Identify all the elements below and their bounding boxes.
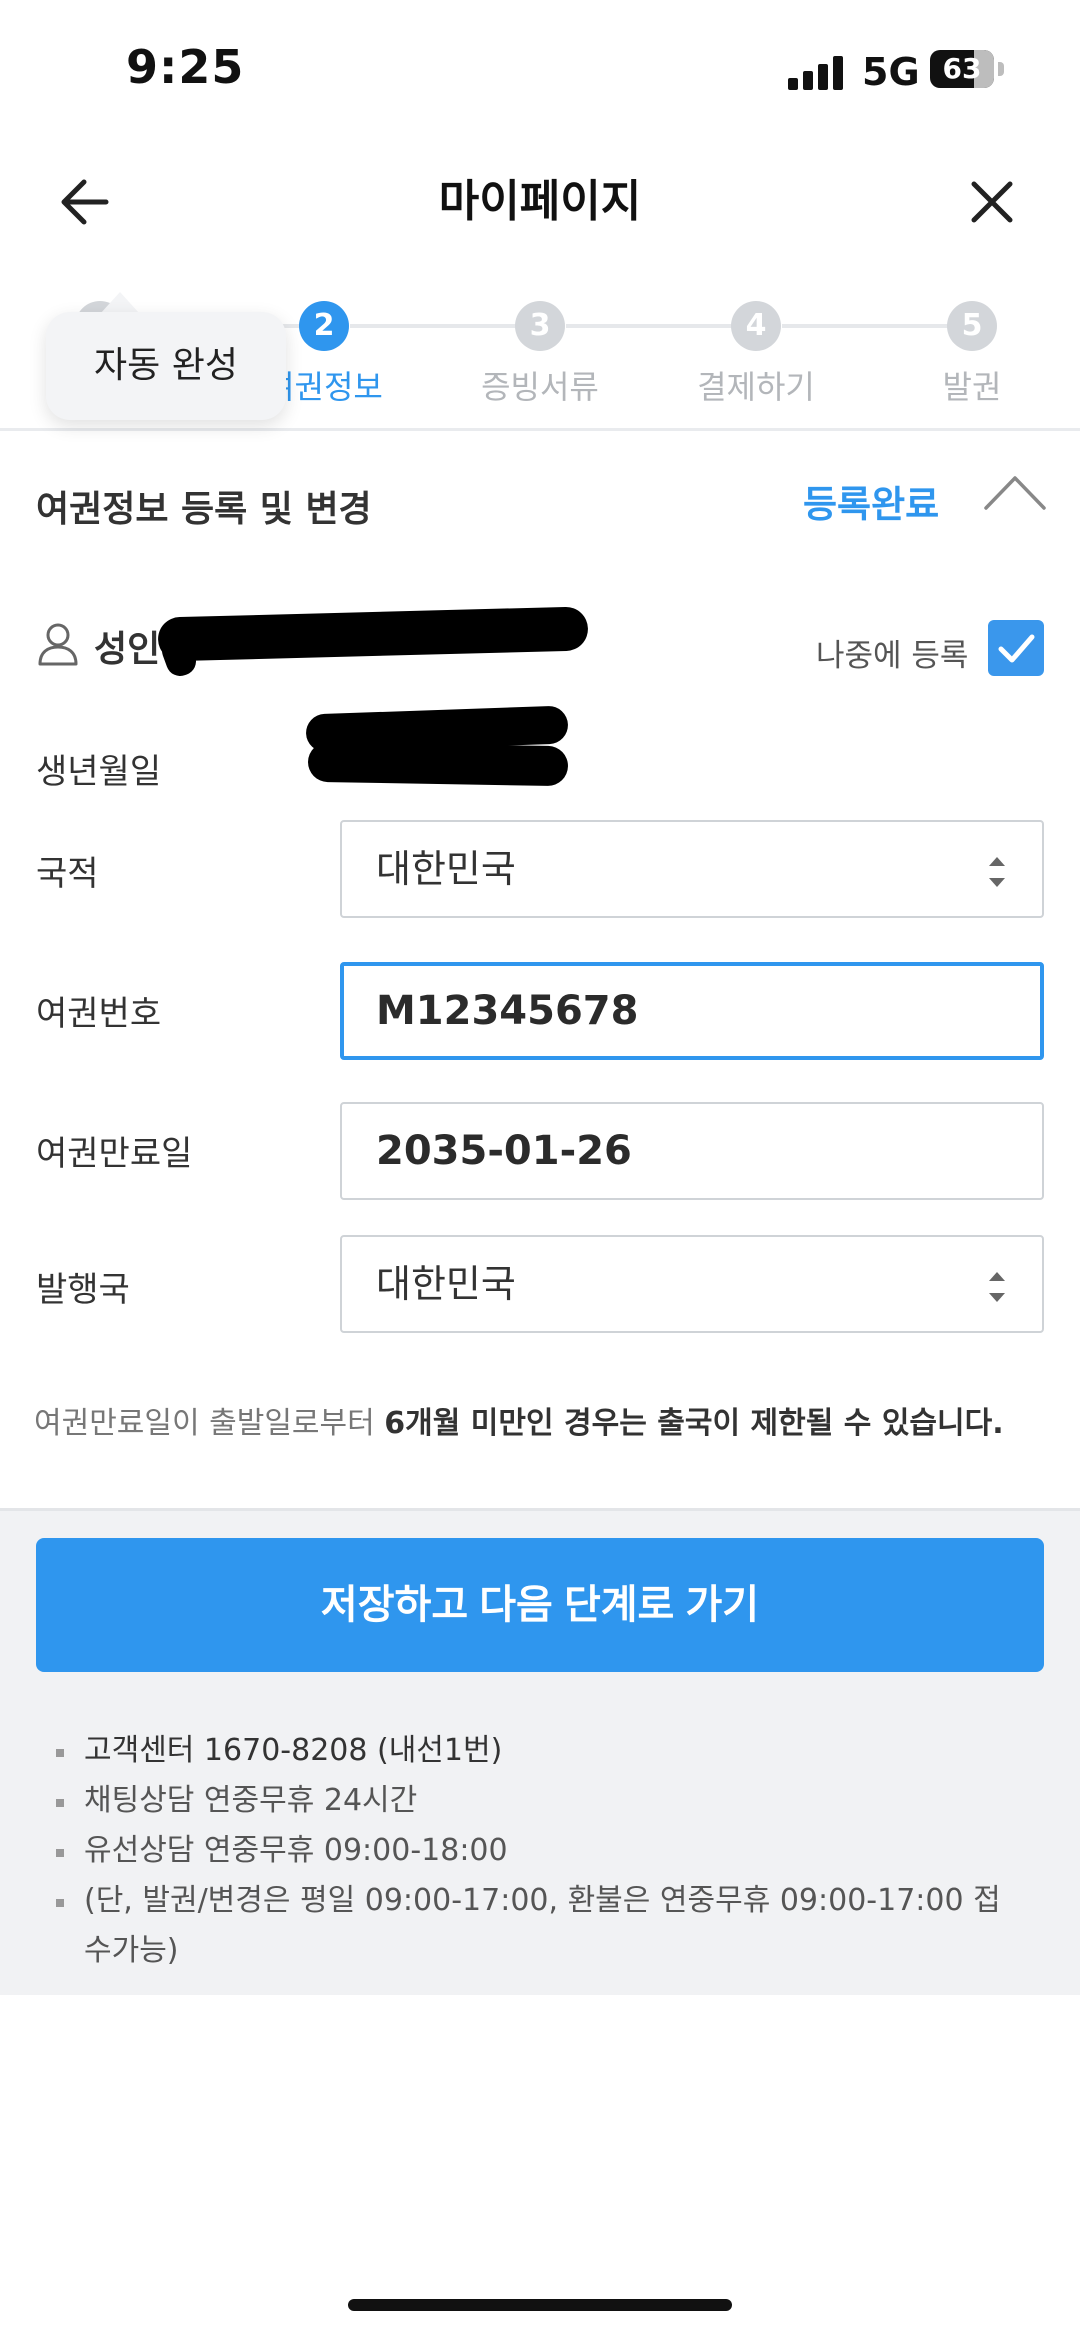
- step-2[interactable]: 2: [299, 301, 349, 351]
- checkmark-icon: [998, 634, 1035, 663]
- step-connector: [350, 324, 540, 328]
- battery-level: 63: [942, 52, 982, 85]
- step-connector: [566, 324, 756, 328]
- passport-number-value: M12345678: [376, 988, 639, 1034]
- nationality-select[interactable]: 대한민국: [340, 820, 1044, 918]
- register-later-checkbox[interactable]: [988, 620, 1044, 676]
- passport-expiry-input[interactable]: 2035-01-26: [340, 1102, 1044, 1200]
- home-indicator[interactable]: [348, 2299, 732, 2311]
- battery-icon: 63: [930, 50, 994, 88]
- save-next-button[interactable]: 저장하고 다음 단계로 가기: [36, 1538, 1044, 1672]
- registration-status: 등록완료: [803, 483, 940, 526]
- step-5[interactable]: 5: [947, 301, 997, 351]
- passport-expiry-label: 여권만료일: [36, 1134, 193, 1174]
- list-item: 고객센터 1670-8208 (내선1번): [56, 1726, 1016, 1776]
- step-label-documents[interactable]: 증빙서류: [450, 362, 630, 408]
- notice-normal: 여권만료일이 출발일로부터: [34, 1406, 385, 1441]
- nationality-value: 대한민국: [376, 847, 516, 891]
- issuing-country-value: 대한민국: [376, 1262, 516, 1306]
- step-3[interactable]: 3: [515, 301, 565, 351]
- person-icon: [36, 620, 80, 668]
- network-type: 5G: [862, 50, 920, 94]
- close-button[interactable]: [960, 170, 1024, 234]
- status-time: 9:25: [126, 40, 245, 94]
- step-label-payment[interactable]: 결제하기: [666, 362, 846, 408]
- customer-info-list: 고객센터 1670-8208 (내선1번) 채팅상담 연중무휴 24시간 유선상…: [56, 1726, 1016, 1976]
- list-item: (단, 발권/변경은 평일 09:00-17:00, 환불은 연중무휴 09:0…: [56, 1876, 1016, 1976]
- signal-icon: [788, 56, 844, 90]
- issuing-country-select[interactable]: 대한민국: [340, 1235, 1044, 1333]
- step-label-ticketing[interactable]: 발권: [882, 362, 1062, 408]
- step-connector: [782, 324, 972, 328]
- list-item: 채팅상담 연중무휴 24시간: [56, 1776, 1016, 1826]
- tooltip-text: 자동 완성: [94, 345, 238, 386]
- autocomplete-tooltip[interactable]: 자동 완성: [46, 312, 286, 420]
- passport-number-label: 여권번호: [36, 994, 162, 1034]
- chevron-up-icon: [984, 476, 1046, 510]
- section-title: 여권정보 등록 및 변경: [36, 489, 372, 530]
- list-item: 유선상담 연중무휴 09:00-18:00: [56, 1826, 1016, 1876]
- notice-bold: 6개월 미만인 경우는 출국이 제한될 수 있습니다.: [384, 1406, 1004, 1441]
- expiry-notice: 여권만료일이 출발일로부터 6개월 미만인 경우는 출국이 제한될 수 있습니다…: [34, 1398, 1004, 1442]
- passport-number-input[interactable]: M12345678: [340, 962, 1044, 1060]
- battery-cap: [998, 62, 1004, 76]
- step-4[interactable]: 4: [731, 301, 781, 351]
- page-title: 마이페이지: [438, 176, 642, 227]
- close-icon: [971, 181, 1013, 223]
- passenger-type: 성인: [94, 629, 161, 670]
- redacted-birth-date-stroke: [307, 741, 569, 787]
- tooltip-arrow: [100, 292, 140, 314]
- stepper-divider: [0, 428, 1080, 431]
- issuing-country-label: 발행국: [36, 1270, 130, 1310]
- select-arrows-icon: [989, 1272, 1005, 1302]
- redacted-name: [157, 606, 589, 662]
- register-later-label[interactable]: 나중에 등록: [816, 630, 968, 675]
- birth-date-label: 생년월일: [36, 752, 162, 792]
- nationality-label: 국적: [36, 854, 99, 894]
- select-arrows-icon: [989, 857, 1005, 887]
- collapse-button[interactable]: [982, 472, 1048, 512]
- passport-expiry-value: 2035-01-26: [376, 1128, 632, 1174]
